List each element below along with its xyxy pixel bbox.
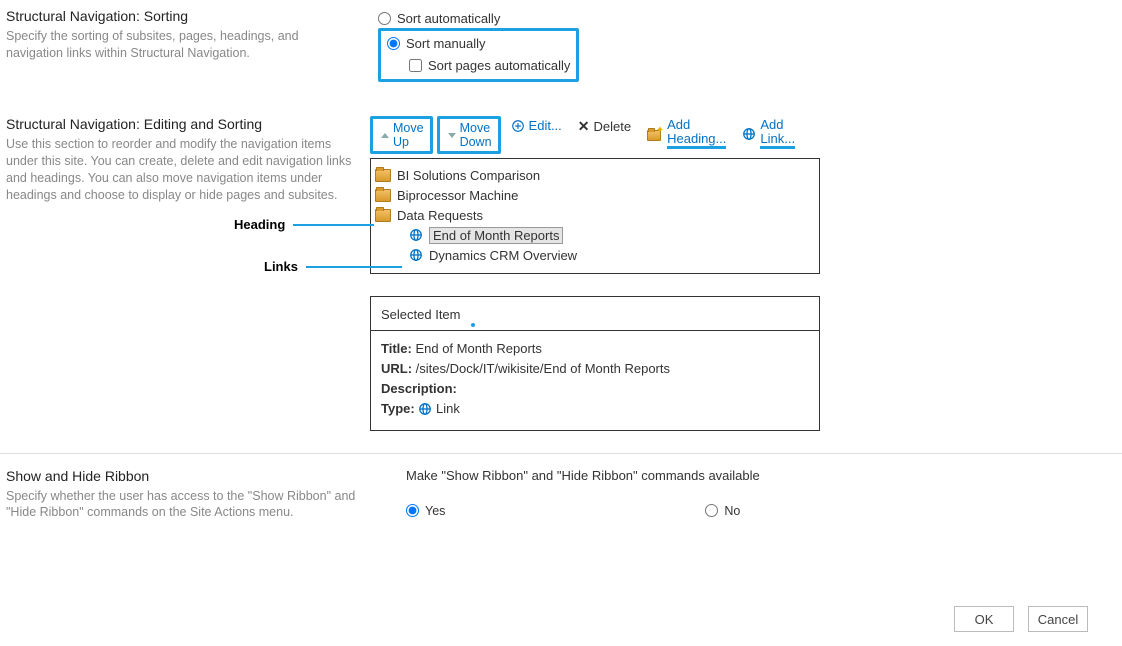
folder-icon bbox=[375, 189, 391, 202]
sorting-desc: Specify the sorting of subsites, pages, … bbox=[6, 28, 356, 62]
ribbon-no-label: No bbox=[724, 504, 740, 518]
arrow-up-icon bbox=[379, 130, 389, 140]
editing-desc: Use this section to reorder and modify t… bbox=[6, 136, 356, 204]
add-link-button[interactable]: Add Link... bbox=[736, 116, 801, 151]
tree-link[interactable]: Dynamics CRM Overview bbox=[409, 245, 815, 265]
link-icon bbox=[409, 248, 423, 262]
annotation-heading: Heading bbox=[234, 217, 374, 232]
edit-icon bbox=[511, 119, 525, 133]
cancel-button[interactable]: Cancel bbox=[1028, 606, 1088, 632]
folder-icon bbox=[375, 209, 391, 222]
ribbon-title: Show and Hide Ribbon bbox=[6, 468, 396, 484]
add-heading-button[interactable]: ✦ Add Heading... bbox=[641, 116, 732, 151]
annotation-label: Links bbox=[264, 259, 298, 274]
sort-manual-label: Sort manually bbox=[406, 36, 485, 51]
annotation-links: Links bbox=[264, 259, 402, 274]
ribbon-no-radio[interactable] bbox=[705, 504, 718, 517]
sort-auto-label: Sort automatically bbox=[397, 11, 500, 26]
detail-desc-label: Description: bbox=[381, 381, 457, 396]
ok-button[interactable]: OK bbox=[954, 606, 1014, 632]
link-icon bbox=[409, 228, 423, 242]
ribbon-yes-radio[interactable] bbox=[406, 504, 419, 517]
edit-button[interactable]: Edit... bbox=[505, 116, 568, 135]
detail-header: Selected Item bbox=[371, 297, 819, 331]
tree-heading[interactable]: BI Solutions Comparison bbox=[375, 165, 815, 185]
move-up-label: Move Up bbox=[393, 121, 424, 149]
move-down-button[interactable]: Move Down bbox=[437, 116, 501, 154]
sort-manual-radio[interactable] bbox=[387, 37, 400, 50]
sort-pages-auto-checkbox[interactable] bbox=[409, 59, 422, 72]
nav-toolbar: Move Up Move Down Edit... ✕ Delete ✦ Add… bbox=[370, 116, 1122, 154]
folder-icon bbox=[375, 169, 391, 182]
tree-heading[interactable]: Biprocessor Machine bbox=[375, 185, 815, 205]
tree-heading[interactable]: Data Requests bbox=[375, 205, 815, 225]
delete-label: Delete bbox=[594, 119, 632, 134]
editing-title: Structural Navigation: Editing and Sorti… bbox=[6, 116, 370, 132]
sort-pages-auto-label: Sort pages automatically bbox=[428, 58, 570, 73]
add-link-label: Add Link... bbox=[760, 118, 795, 149]
annotation-label: Heading bbox=[234, 217, 285, 232]
detail-type-label: Type: bbox=[381, 401, 415, 416]
link-icon bbox=[742, 127, 756, 141]
tree-item-label: Dynamics CRM Overview bbox=[429, 248, 577, 263]
nav-tree: BI Solutions Comparison Biprocessor Mach… bbox=[370, 158, 820, 274]
tree-item-label: Biprocessor Machine bbox=[397, 188, 518, 203]
link-icon bbox=[418, 402, 432, 416]
detail-title-value: End of Month Reports bbox=[415, 341, 541, 356]
ribbon-desc: Specify whether the user has access to t… bbox=[6, 488, 356, 522]
new-folder-icon: ✦ bbox=[647, 127, 663, 141]
caret-dot bbox=[471, 323, 475, 327]
detail-type-value: Link bbox=[436, 401, 460, 416]
tree-item-label: End of Month Reports bbox=[429, 227, 563, 244]
sort-manual-highlight: Sort manually Sort pages automatically bbox=[378, 28, 579, 82]
tree-item-label: Data Requests bbox=[397, 208, 483, 223]
tree-link-selected[interactable]: End of Month Reports bbox=[409, 225, 815, 245]
edit-label: Edit... bbox=[529, 118, 562, 133]
delete-button[interactable]: ✕ Delete bbox=[572, 116, 637, 137]
arrow-down-icon bbox=[446, 130, 456, 140]
move-down-label: Move Down bbox=[460, 121, 492, 149]
detail-url-value: /sites/Dock/IT/wikisite/End of Month Rep… bbox=[416, 361, 670, 376]
sorting-title: Structural Navigation: Sorting bbox=[6, 8, 370, 24]
ribbon-yes-label: Yes bbox=[425, 504, 445, 518]
detail-title-label: Title: bbox=[381, 341, 412, 356]
detail-url-label: URL: bbox=[381, 361, 412, 376]
add-heading-label: Add Heading... bbox=[667, 118, 726, 149]
selected-item-panel: Selected Item Title: End of Month Report… bbox=[370, 296, 820, 431]
delete-icon: ✕ bbox=[578, 118, 590, 135]
tree-item-label: BI Solutions Comparison bbox=[397, 168, 540, 183]
ribbon-prompt: Make "Show Ribbon" and "Hide Ribbon" com… bbox=[406, 468, 1122, 483]
move-up-button[interactable]: Move Up bbox=[370, 116, 433, 154]
sort-auto-radio[interactable] bbox=[378, 12, 391, 25]
